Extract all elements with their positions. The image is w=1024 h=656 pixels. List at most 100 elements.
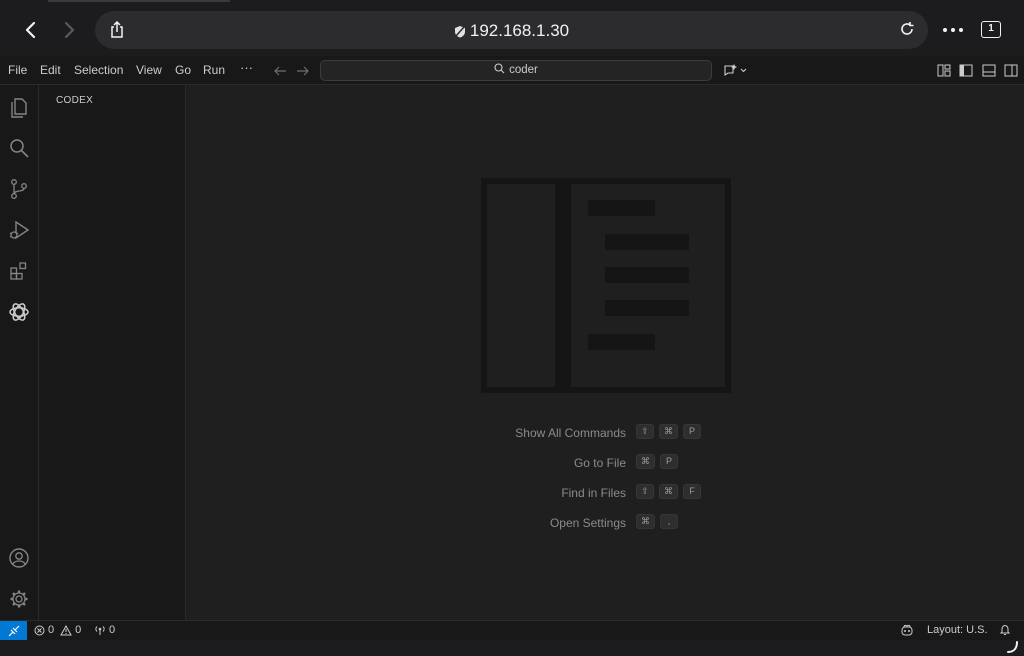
bell-icon: [999, 624, 1011, 635]
keyboard-layout-button[interactable]: Layout: U.S.: [927, 624, 988, 636]
url-text: 192.168.1.30: [469, 21, 570, 40]
address-bar[interactable]: 192.168.1.30: [95, 11, 928, 49]
activity-extensions[interactable]: [6, 258, 32, 284]
broadcast-icon: [95, 625, 105, 635]
editor-area: Show All Commands ⇧ ⌘ P Go to File ⌘ P F…: [186, 85, 1024, 620]
activity-manage[interactable]: [6, 586, 32, 612]
command-center-search[interactable]: coder: [320, 60, 712, 81]
menu-edit[interactable]: Edit: [40, 63, 61, 77]
browser-toolbar: 192.168.1.30 1: [0, 0, 1024, 56]
toggle-secondary-sidebar-button[interactable]: [1004, 64, 1018, 82]
menubar: File Edit Selection View Go Run ··· code…: [0, 56, 1024, 85]
remote-indicator-button[interactable]: [0, 621, 27, 641]
key-cap: ⇧: [636, 484, 654, 499]
files-icon: [11, 98, 27, 118]
activity-explorer[interactable]: [6, 94, 32, 120]
key-cap: ⌘: [659, 484, 678, 499]
activity-search[interactable]: [6, 135, 32, 161]
shortcut-label: Open Settings: [549, 516, 626, 530]
panel-bottom-icon: [982, 64, 996, 77]
search-icon: [494, 63, 505, 74]
keyboard-layout-label: Layout: U.S.: [927, 624, 988, 636]
warning-icon: [60, 624, 72, 635]
chevron-left-icon: [25, 21, 36, 39]
resize-handle-icon[interactable]: [1005, 640, 1021, 654]
key-cap: F: [683, 484, 701, 499]
status-bar: 0 0 0 Layout: U.S.: [0, 620, 1024, 641]
more-options-button[interactable]: [942, 20, 966, 40]
ellipsis-icon: [943, 28, 963, 32]
shortcut-find-in-files[interactable]: Find in Files ⇧ ⌘ F: [186, 484, 1024, 502]
menu-run[interactable]: Run: [203, 63, 225, 77]
ports-button[interactable]: 0: [94, 624, 115, 636]
key-cap: ⌘: [659, 424, 678, 439]
key-cap: ⇧: [636, 424, 654, 439]
not-secure-icon: [454, 23, 466, 43]
key-cap: ⌘: [636, 454, 655, 469]
remote-icon: [8, 625, 19, 637]
vscode-watermark-logo: [481, 178, 731, 393]
shortcut-go-to-file[interactable]: Go to File ⌘ P: [186, 454, 1024, 472]
reload-button[interactable]: [898, 20, 918, 40]
forward-button[interactable]: [55, 16, 83, 44]
copilot-button[interactable]: [723, 63, 749, 82]
reload-icon: [901, 22, 914, 35]
activity-bar: [0, 85, 39, 620]
key-cap: ,: [660, 514, 678, 529]
nav-forward-button[interactable]: [296, 64, 310, 82]
key-cap: P: [660, 454, 678, 469]
error-count: 0: [48, 624, 55, 636]
command-center-label: coder: [509, 64, 538, 76]
menu-more[interactable]: ···: [240, 60, 253, 75]
nav-back-button[interactable]: [273, 64, 287, 82]
url-display[interactable]: 192.168.1.30: [95, 21, 928, 43]
shortcut-open-settings[interactable]: Open Settings ⌘ ,: [186, 514, 1024, 532]
activity-source-control[interactable]: [6, 176, 32, 202]
key-cap: P: [683, 424, 701, 439]
activity-codex[interactable]: [6, 299, 32, 325]
sidebar-title: CODEX: [56, 95, 94, 106]
shortcut-label: Show All Commands: [515, 426, 626, 440]
key-cap: ⌘: [636, 514, 655, 529]
toggle-primary-sidebar-button[interactable]: [959, 64, 973, 82]
activity-accounts[interactable]: [6, 545, 32, 571]
run-debug-icon: [9, 220, 30, 240]
shortcut-keys: ⌘ P: [636, 454, 678, 469]
shortcut-label: Go to File: [573, 456, 626, 470]
gear-icon: [10, 590, 28, 608]
browser-bottom-bar: [0, 640, 1024, 656]
copilot-icon: [901, 624, 913, 636]
menu-view[interactable]: View: [136, 63, 162, 77]
customize-layout-button[interactable]: [937, 64, 951, 82]
shortcut-keys: ⇧ ⌘ P: [636, 424, 701, 439]
ports-count: 0: [109, 624, 116, 636]
menu-go[interactable]: Go: [175, 63, 191, 77]
warning-count: 0: [75, 624, 82, 636]
tab-indicator: [48, 0, 230, 2]
source-control-icon: [11, 179, 27, 199]
search-icon: [10, 139, 29, 158]
extensions-icon: [10, 262, 27, 280]
problems-button[interactable]: 0 0: [34, 624, 81, 636]
arrow-left-icon: [274, 66, 286, 76]
shortcut-keys: ⇧ ⌘ F: [636, 484, 701, 499]
copilot-status-button[interactable]: [900, 624, 914, 636]
tab-switcher-button[interactable]: 1: [981, 21, 1001, 38]
shortcut-label: Find in Files: [561, 486, 626, 500]
menu-file[interactable]: File: [8, 63, 27, 77]
ide-window: File Edit Selection View Go Run ··· code…: [0, 56, 1024, 641]
back-button[interactable]: [17, 16, 45, 44]
account-icon: [9, 548, 29, 568]
sparkle-chat-icon: [724, 64, 747, 77]
activity-run-debug[interactable]: [6, 217, 32, 243]
toggle-panel-button[interactable]: [982, 64, 996, 82]
sidebar-panel: CODEX: [39, 85, 186, 620]
shortcut-show-all-commands[interactable]: Show All Commands ⇧ ⌘ P: [186, 424, 1024, 442]
notifications-button[interactable]: [999, 624, 1011, 636]
error-icon: [34, 625, 45, 635]
shortcut-keys: ⌘ ,: [636, 514, 678, 529]
sidebar-left-icon: [959, 64, 973, 77]
openai-icon: [9, 303, 29, 321]
menu-selection[interactable]: Selection: [74, 63, 123, 77]
layout-icon: [937, 64, 951, 77]
